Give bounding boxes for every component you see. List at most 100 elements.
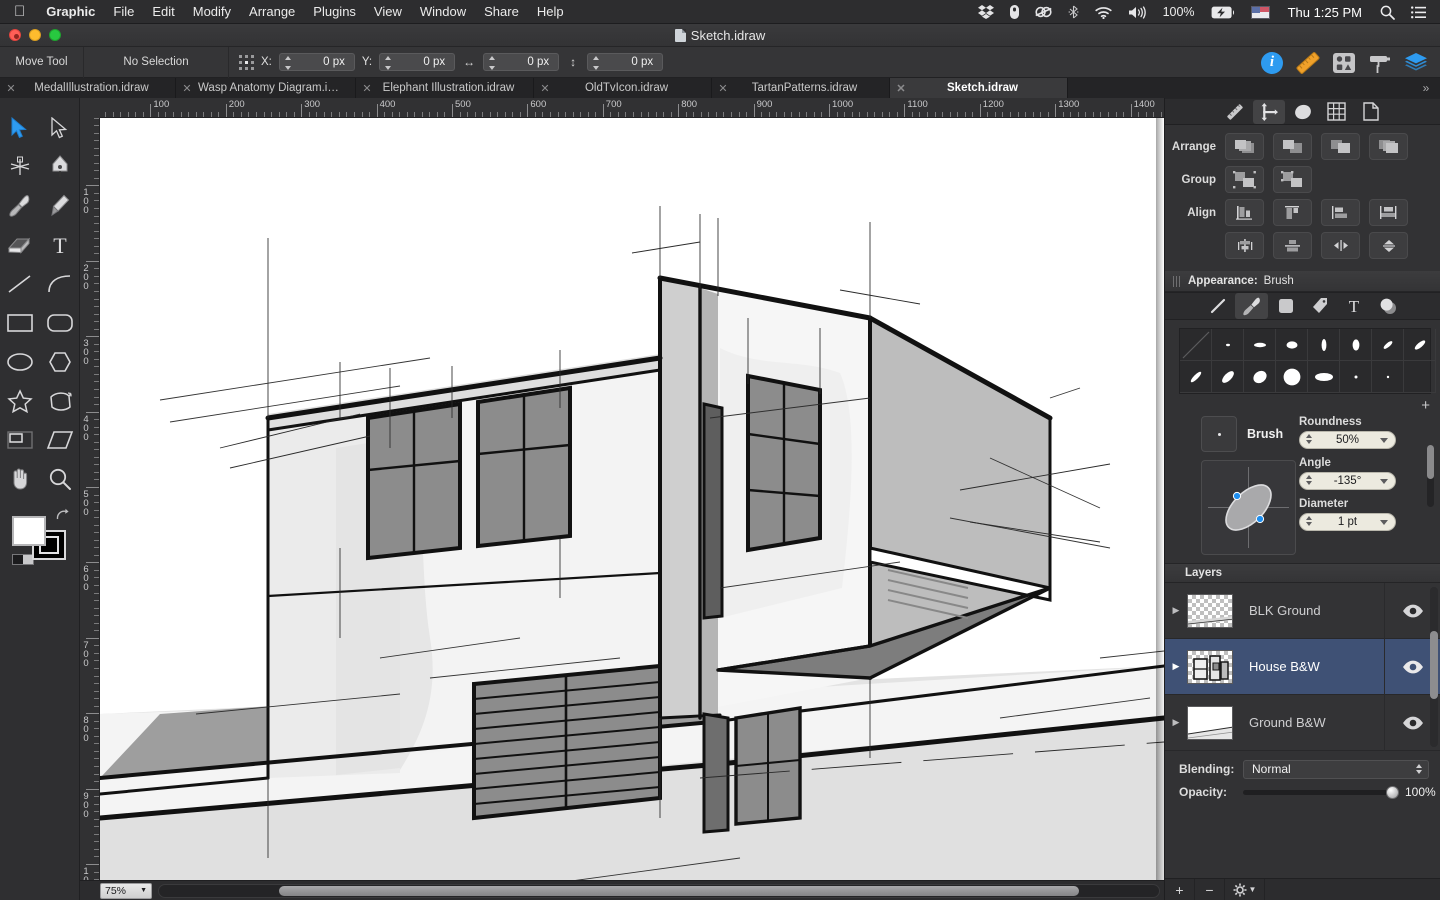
- distribute-vertical-button[interactable]: [1369, 232, 1408, 259]
- tab-shadow[interactable]: [1371, 293, 1404, 319]
- brush-preset-ellipse-angled[interactable]: [1212, 361, 1244, 393]
- roundness-field[interactable]: 50%: [1299, 431, 1396, 449]
- opacity-slider-thumb[interactable]: [1386, 786, 1399, 799]
- close-tab-icon[interactable]: ✕: [356, 82, 378, 95]
- close-tab-icon[interactable]: ✕: [0, 82, 22, 95]
- add-brush-preset-button[interactable]: +: [1165, 394, 1440, 414]
- layer-row-ground-bw[interactable]: ▶ Ground B&W: [1165, 695, 1440, 751]
- angle-field[interactable]: -135°: [1299, 472, 1396, 490]
- height-stepper[interactable]: [592, 56, 600, 70]
- disclosure-triangle-icon[interactable]: ▶: [1165, 717, 1187, 728]
- brush-preset-dot-micro[interactable]: [1372, 361, 1404, 393]
- hexagon-icon[interactable]: [40, 342, 80, 381]
- apple-menu-icon[interactable]: : [14, 4, 25, 19]
- dropbox-icon[interactable]: [970, 5, 1002, 19]
- rectangle-icon[interactable]: [0, 303, 40, 342]
- send-to-back-button[interactable]: [1369, 133, 1408, 160]
- add-layer-button[interactable]: +: [1165, 879, 1195, 900]
- brush-preset-stroke-diagonal[interactable]: [1404, 329, 1436, 361]
- brush-preset-scrollbar[interactable]: [1427, 445, 1434, 507]
- tab-overflow-button[interactable]: »: [1412, 78, 1440, 98]
- brush-preset-empty[interactable]: [1404, 361, 1436, 393]
- tab-fill[interactable]: [1269, 293, 1302, 319]
- battery-pill-icon[interactable]: [1002, 5, 1027, 19]
- layers-scrollbar[interactable]: [1430, 587, 1438, 747]
- brush-preset-ellipse-round[interactable]: [1276, 329, 1308, 361]
- disclosure-triangle-icon[interactable]: ▶: [1165, 605, 1187, 616]
- bring-to-front-button[interactable]: [1225, 133, 1264, 160]
- rounded-rectangle-icon[interactable]: [40, 303, 80, 342]
- y-stepper[interactable]: [384, 56, 392, 70]
- ruler-icon[interactable]: [1292, 50, 1324, 76]
- layer-options-button[interactable]: ▼: [1225, 879, 1265, 900]
- layer-row-house-bw[interactable]: ▶ House B&W: [1165, 639, 1440, 695]
- remove-layer-button[interactable]: −: [1195, 879, 1225, 900]
- document-tab-elephant-illustration[interactable]: ✕ Elephant Illustration.idraw: [356, 78, 534, 98]
- diameter-stepper[interactable]: [1306, 516, 1312, 526]
- bluetooth-icon[interactable]: [1060, 5, 1087, 19]
- chevron-down-icon[interactable]: [1380, 479, 1388, 484]
- tab-alignment[interactable]: [1253, 100, 1285, 124]
- warp-shape-icon[interactable]: [40, 381, 80, 420]
- menu-item-share[interactable]: Share: [475, 4, 528, 19]
- opacity-slider[interactable]: [1243, 790, 1395, 795]
- text-t-icon[interactable]: T: [40, 225, 80, 264]
- brush-preset-dot-small[interactable]: [1340, 361, 1372, 393]
- horizontal-scrollbar[interactable]: [158, 884, 1160, 898]
- menu-item-file[interactable]: File: [104, 4, 143, 19]
- menu-item-window[interactable]: Window: [411, 4, 475, 19]
- menu-item-graphic[interactable]: Graphic: [37, 4, 104, 19]
- roundness-stepper[interactable]: [1306, 434, 1312, 444]
- close-tab-icon[interactable]: ✕: [712, 82, 734, 95]
- parallelogram-icon[interactable]: [40, 420, 80, 459]
- width-field[interactable]: 0 px: [483, 53, 559, 71]
- brush-preset-ellipse-tall[interactable]: [1340, 329, 1372, 361]
- move-tool[interactable]: [0, 108, 40, 147]
- send-backward-button[interactable]: [1321, 133, 1360, 160]
- menu-item-help[interactable]: Help: [528, 4, 573, 19]
- y-position-field[interactable]: 0 px: [379, 53, 455, 71]
- diameter-field[interactable]: 1 pt: [1299, 513, 1396, 531]
- group-objects-button[interactable]: [1225, 166, 1264, 193]
- anchor-point-grid-icon[interactable]: [239, 55, 254, 70]
- line-icon[interactable]: [0, 264, 40, 303]
- chevron-down-icon[interactable]: [1380, 438, 1388, 443]
- menu-bar-clock[interactable]: Thu 1:25 PM: [1278, 5, 1372, 20]
- x-stepper[interactable]: [284, 56, 292, 70]
- ungroup-objects-button[interactable]: [1273, 166, 1312, 193]
- star-icon[interactable]: [0, 381, 40, 420]
- width-stepper[interactable]: [488, 56, 496, 70]
- x-position-field[interactable]: 0 px: [279, 53, 355, 71]
- default-colors-icon[interactable]: [12, 554, 34, 565]
- blending-mode-select[interactable]: Normal: [1243, 760, 1429, 779]
- brush-shape-preview[interactable]: [1201, 460, 1296, 555]
- align-top-button[interactable]: [1273, 199, 1312, 226]
- pencil-icon[interactable]: [40, 186, 80, 225]
- zoom-level-selector[interactable]: 75% ▼: [100, 883, 152, 899]
- direct-select-tool[interactable]: [40, 108, 80, 147]
- menu-item-arrange[interactable]: Arrange: [240, 4, 304, 19]
- layers-icon[interactable]: [1400, 50, 1432, 76]
- brush-preset-ellipse-wide[interactable]: [1308, 361, 1340, 393]
- brush-preset-ellipse-narrow-v[interactable]: [1308, 329, 1340, 361]
- brush-preset-dot-tiny[interactable]: [1212, 329, 1244, 361]
- align-bottom-button[interactable]: [1369, 199, 1408, 226]
- brush-preset-circle-large[interactable]: [1276, 361, 1308, 393]
- align-center-horizontal-button[interactable]: [1225, 232, 1264, 259]
- brush-dot-icon[interactable]: [1201, 416, 1237, 452]
- tab-document[interactable]: [1355, 100, 1387, 124]
- search-icon[interactable]: [1372, 5, 1403, 20]
- info-icon[interactable]: i: [1256, 50, 1288, 76]
- brush-preset-ellipse-flat[interactable]: [1244, 329, 1276, 361]
- horizontal-scrollbar-thumb[interactable]: [279, 886, 1079, 896]
- document-tab-wasp-anatomy[interactable]: ✕ Wasp Anatomy Diagram.idr...: [176, 78, 356, 98]
- menu-item-edit[interactable]: Edit: [143, 4, 183, 19]
- drawing-canvas[interactable]: [100, 118, 1164, 880]
- close-tab-icon[interactable]: ✕: [176, 82, 198, 95]
- fill-color-swatch[interactable]: [12, 516, 46, 546]
- pen-nib-icon[interactable]: [40, 147, 80, 186]
- document-tab-sketch[interactable]: ✕ Sketch.idraw: [890, 78, 1068, 98]
- creative-cloud-icon[interactable]: [1027, 5, 1060, 19]
- brush-preset-stroke-slash[interactable]: [1180, 361, 1212, 393]
- align-right-button[interactable]: [1321, 199, 1360, 226]
